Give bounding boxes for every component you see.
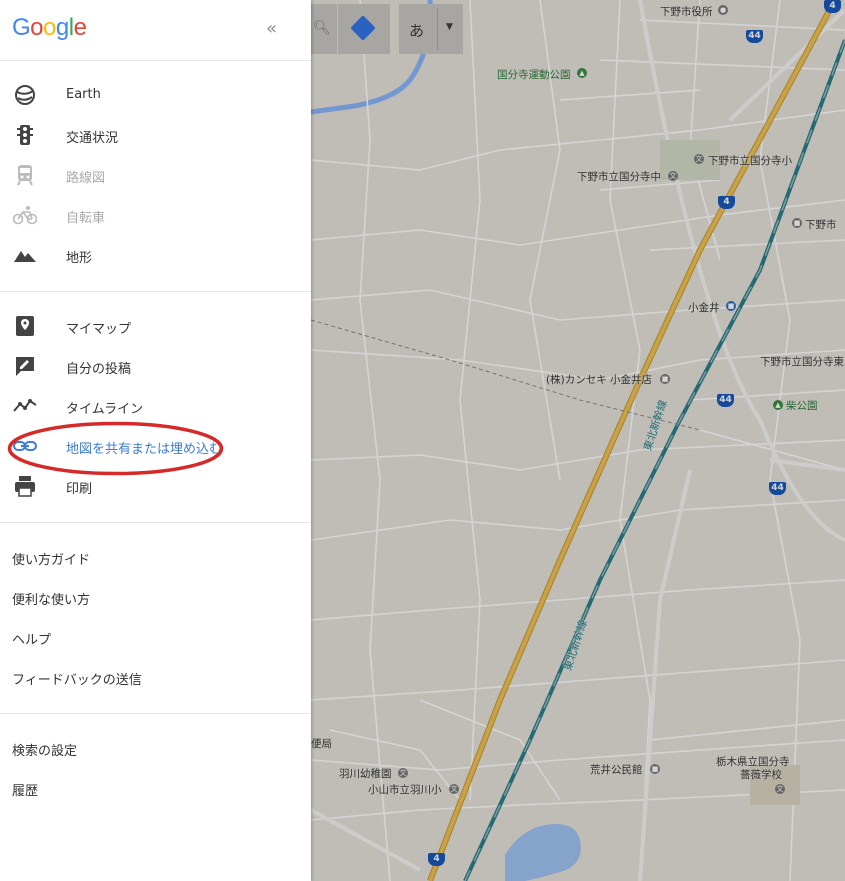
contribution-icon bbox=[16, 357, 34, 376]
traffic-light-icon bbox=[17, 125, 33, 145]
search-icon: 🔍︎ bbox=[313, 20, 331, 36]
directions-icon bbox=[350, 15, 376, 41]
divider bbox=[0, 60, 311, 61]
logo-letter: o bbox=[43, 14, 56, 41]
layer-label: 地形 bbox=[66, 251, 93, 266]
timeline-icon bbox=[13, 399, 37, 412]
link-search-settings[interactable]: 検索の設定 bbox=[12, 740, 77, 759]
link-help[interactable]: ヘルプ bbox=[12, 629, 51, 648]
my-maps-icon bbox=[16, 316, 34, 336]
layer-terrain[interactable]: 地形 bbox=[0, 235, 311, 275]
search-button[interactable]: 🔍︎ bbox=[311, 4, 337, 54]
side-menu: Google « Earth 交通状況 路線図 自転車 地形 マイマップ 自分の… bbox=[0, 0, 311, 881]
layer-label: 自転車 bbox=[66, 211, 106, 226]
logo-letter: G bbox=[12, 14, 31, 41]
collapse-menu-button[interactable]: « bbox=[266, 18, 277, 39]
divider bbox=[437, 8, 438, 50]
menu-label: 自分の投稿 bbox=[66, 362, 132, 377]
layer-transit[interactable]: 路線図 bbox=[0, 155, 311, 195]
layer-label: 交通状況 bbox=[66, 131, 119, 146]
divider bbox=[0, 522, 311, 523]
chevron-down-icon: ▼ bbox=[446, 22, 453, 32]
highlight-ellipse bbox=[7, 421, 224, 476]
menu-label: 印刷 bbox=[66, 482, 93, 497]
logo-letter: o bbox=[30, 14, 44, 41]
menu-label: マイマップ bbox=[66, 322, 132, 337]
menu-contributions[interactable]: 自分の投稿 bbox=[0, 346, 311, 386]
link-history[interactable]: 履歴 bbox=[12, 780, 38, 799]
google-logo: Google bbox=[12, 14, 87, 42]
link-tips[interactable]: 便利な使い方 bbox=[12, 589, 90, 608]
logo-letter: e bbox=[73, 14, 87, 41]
layer-earth[interactable]: Earth bbox=[0, 75, 311, 115]
input-mode-selector[interactable]: あ ▼ bbox=[399, 4, 463, 54]
menu-timeline[interactable]: タイムライン bbox=[0, 386, 311, 426]
menu-my-maps[interactable]: マイマップ bbox=[0, 306, 311, 346]
layer-traffic[interactable]: 交通状況 bbox=[0, 115, 311, 155]
print-icon bbox=[15, 476, 35, 497]
layer-label: 路線図 bbox=[66, 171, 106, 186]
bicycle-icon bbox=[13, 206, 37, 225]
layer-bicycle[interactable]: 自転車 bbox=[0, 195, 311, 235]
link-send-feedback[interactable]: フィードバックの送信 bbox=[12, 669, 142, 688]
divider bbox=[0, 291, 311, 292]
layer-label: Earth bbox=[66, 87, 101, 102]
logo-letter: g bbox=[55, 14, 69, 41]
train-icon bbox=[17, 165, 33, 186]
link-user-guide[interactable]: 使い方ガイド bbox=[12, 549, 90, 568]
menu-label: タイムライン bbox=[66, 402, 144, 417]
input-mode-label: あ bbox=[409, 22, 425, 40]
terrain-icon bbox=[14, 251, 36, 262]
directions-button[interactable] bbox=[338, 4, 390, 54]
earth-icon bbox=[15, 85, 35, 105]
divider bbox=[0, 713, 311, 714]
map-dim-overlay bbox=[311, 0, 845, 881]
